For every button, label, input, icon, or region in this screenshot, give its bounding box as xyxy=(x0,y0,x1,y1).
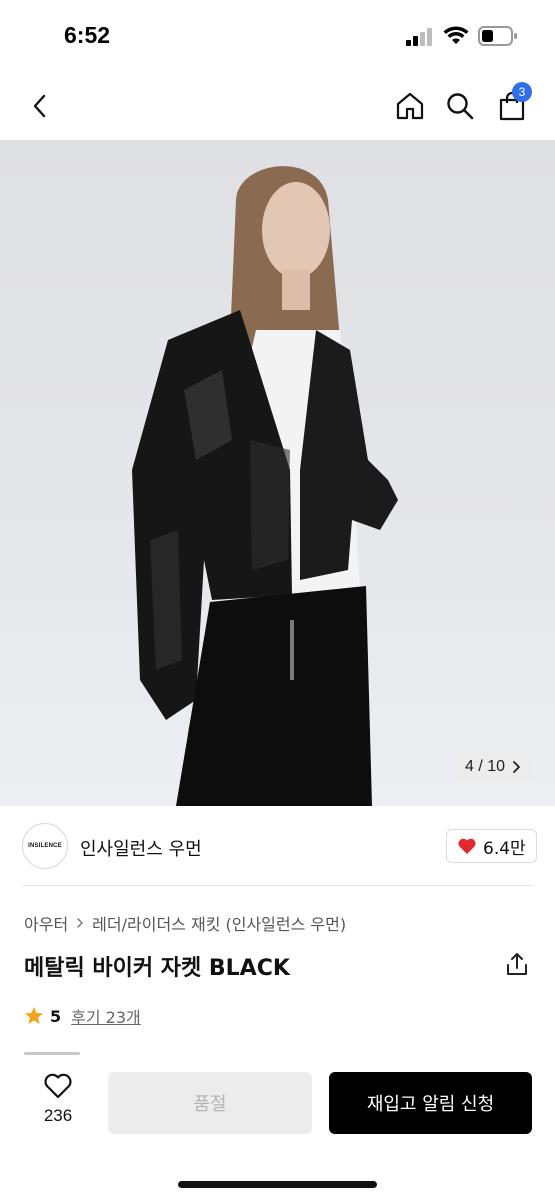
search-button[interactable] xyxy=(440,86,480,126)
chevron-right-icon xyxy=(77,918,84,928)
star-icon xyxy=(25,1007,43,1024)
bottom-action-bar: 236 품절 재입고 알림 신청 xyxy=(0,1056,555,1200)
breadcrumb-item-outer[interactable]: 아우터 xyxy=(24,911,68,935)
image-counter[interactable]: 4 / 10 xyxy=(454,752,531,782)
back-button[interactable] xyxy=(20,86,60,126)
soldout-button: 품절 xyxy=(108,1072,312,1134)
cart-count-badge: 3 xyxy=(512,82,532,102)
brand-row: INSILENCE 인사일런스 우먼 6.4만 xyxy=(0,815,555,879)
product-image[interactable]: 4 / 10 xyxy=(0,140,555,806)
brand-logo[interactable]: INSILENCE xyxy=(22,823,68,869)
battery-icon xyxy=(478,26,517,46)
brand-logo-text: INSILENCE xyxy=(28,843,62,849)
heart-filled-icon xyxy=(458,838,476,854)
home-icon xyxy=(396,92,424,120)
product-title: 메탈릭 바이커 자켓 BLACK xyxy=(24,956,290,981)
wishlist-button[interactable]: 236 xyxy=(30,1072,86,1142)
image-counter-text: 4 / 10 xyxy=(464,758,505,775)
like-count: 6.4만 xyxy=(483,838,526,859)
restock-alert-button[interactable]: 재입고 알림 신청 xyxy=(329,1072,532,1134)
chevron-left-icon xyxy=(33,94,46,118)
share-icon xyxy=(507,953,527,975)
share-button[interactable] xyxy=(504,951,530,977)
cart-button[interactable]: 3 xyxy=(492,82,532,126)
rating-row: 5 후기 23개 xyxy=(24,1004,141,1028)
like-button[interactable]: 6.4만 xyxy=(446,829,537,863)
brand-name[interactable]: 인사일런스 우먼 xyxy=(80,835,202,861)
chevron-right-icon xyxy=(513,761,520,773)
top-nav: 3 xyxy=(0,78,555,134)
wifi-icon xyxy=(443,26,469,44)
status-bar: 6:52 xyxy=(0,0,555,70)
content-peek xyxy=(24,1052,80,1055)
breadcrumb: 아우터 레더/라이더스 재킷 (인사일런스 우먼) xyxy=(24,911,346,935)
rating-score: 5 xyxy=(50,1006,62,1026)
home-button[interactable] xyxy=(390,86,430,126)
product-photo xyxy=(132,166,398,806)
search-icon xyxy=(447,93,474,120)
wishlist-count: 236 xyxy=(43,1106,73,1125)
cellular-signal-icon xyxy=(406,28,432,46)
divider xyxy=(22,885,533,886)
reviews-link[interactable]: 후기 23개 xyxy=(71,1004,141,1028)
status-time: 6:52 xyxy=(64,22,111,48)
heart-outline-icon xyxy=(44,1073,72,1099)
home-indicator xyxy=(178,1181,377,1188)
breadcrumb-item-category[interactable]: 레더/라이더스 재킷 (인사일런스 우먼) xyxy=(92,911,346,935)
